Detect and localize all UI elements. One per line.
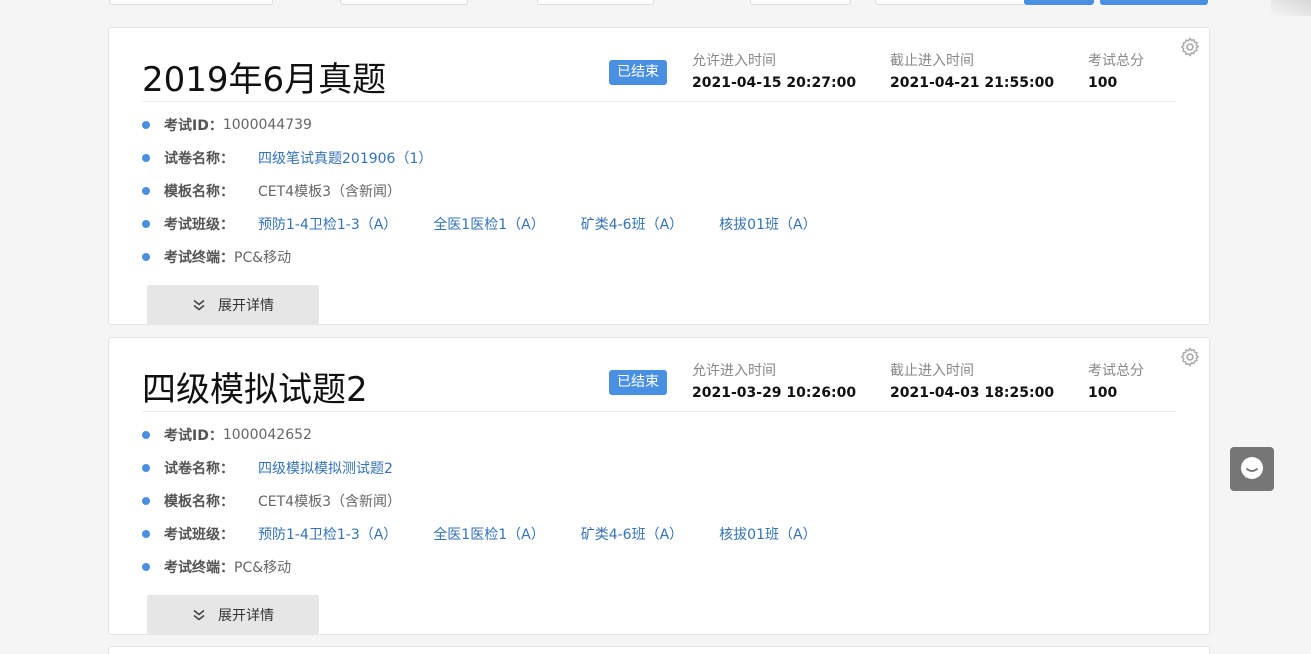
template-label: 模板名称：: [164, 183, 234, 200]
end-time-value: 2021-04-03 18:25:00: [890, 385, 1055, 401]
paper-row: 试卷名称： 四级模拟模拟测试题2: [142, 451, 817, 484]
gear-icon[interactable]: [1179, 36, 1201, 58]
divider: [142, 101, 1176, 102]
class-link[interactable]: 矿类4-6班（A）: [581, 214, 683, 234]
filter-input-4[interactable]: [750, 0, 851, 5]
template-value: CET4模板3（含新闻）: [258, 493, 401, 510]
chat-button[interactable]: [1230, 447, 1274, 491]
terminal-row: 考试终端： PC&移动: [142, 550, 817, 583]
expand-details-button[interactable]: 展开详情: [147, 285, 319, 324]
start-time-label: 允许进入时间: [692, 53, 776, 69]
class-link[interactable]: 预防1-4卫检1-3（A）: [258, 214, 397, 234]
class-link[interactable]: 全医1医检1（A）: [433, 524, 544, 544]
paper-label: 试卷名称：: [164, 460, 234, 477]
double-chevron-down-icon: [193, 299, 205, 311]
filter-input-3[interactable]: [537, 0, 654, 5]
template-value: CET4模板3（含新闻）: [258, 183, 401, 200]
terminal-row: 考试终端： PC&移动: [142, 240, 817, 273]
exam-title: 2019年6月真题: [142, 60, 387, 100]
expand-details-button[interactable]: 展开详情: [147, 595, 319, 634]
class-link[interactable]: 全医1医检1（A）: [433, 214, 544, 234]
search-button[interactable]: [1024, 0, 1094, 5]
bullet-dot: [142, 120, 150, 129]
end-time-label: 截止进入时间: [890, 363, 974, 379]
template-label: 模板名称：: [164, 493, 234, 510]
end-time: 截止进入时间 2021-04-03 18:25:00: [890, 360, 1054, 401]
filter-input-2[interactable]: [340, 0, 468, 5]
paper-row: 试卷名称： 四级笔试真题201906（1）: [142, 141, 817, 174]
terminal-value: PC&移动: [234, 249, 292, 266]
exam-id-value: 1000044739: [222, 116, 312, 133]
start-time-value: 2021-04-15 20:27:00: [692, 75, 857, 91]
start-time: 允许进入时间 2021-03-29 10:26:00: [692, 360, 856, 401]
action-button[interactable]: [1100, 0, 1208, 5]
bullet-dot: [142, 430, 150, 439]
bullet-dot: [142, 186, 150, 195]
exam-id-label: 考试ID：: [164, 427, 223, 444]
paper-label: 试卷名称：: [164, 150, 234, 167]
expand-details-label: 展开详情: [218, 607, 274, 624]
exam-id-row: 考试ID： 1000044739: [142, 108, 817, 141]
total-score: 考试总分 100: [1088, 50, 1144, 91]
class-link[interactable]: 核拔01班（A）: [719, 214, 816, 234]
exam-card-partial: [108, 646, 1210, 654]
paper-link[interactable]: 四级笔试真题201906（1）: [258, 148, 432, 168]
status-badge: 已结束: [609, 60, 667, 85]
end-time: 截止进入时间 2021-04-21 21:55:00: [890, 50, 1054, 91]
divider: [142, 411, 1176, 412]
bullet-dot: [142, 219, 150, 228]
bullet-dot: [142, 463, 150, 472]
chat-bubble-icon: [1241, 457, 1263, 479]
classes-row: 考试班级： 预防1-4卫检1-3（A） 全医1医检1（A） 矿类4-6班（A） …: [142, 517, 817, 550]
double-chevron-down-icon: [193, 609, 205, 621]
total-score-value: 100: [1088, 385, 1118, 401]
bullet-dot: [142, 529, 150, 538]
exam-card: 四级模拟试题2 已结束 允许进入时间 2021-03-29 10:26:00 截…: [108, 337, 1210, 635]
gear-icon[interactable]: [1179, 346, 1201, 368]
start-time: 允许进入时间 2021-04-15 20:27:00: [692, 50, 856, 91]
class-link[interactable]: 预防1-4卫检1-3（A）: [258, 524, 397, 544]
class-link[interactable]: 核拔01班（A）: [719, 524, 816, 544]
start-time-label: 允许进入时间: [692, 363, 776, 379]
expand-details-label: 展开详情: [218, 297, 274, 314]
search-input[interactable]: [875, 0, 1025, 5]
total-score-label: 考试总分: [1088, 53, 1144, 69]
terminal-label: 考试终端：: [164, 559, 234, 576]
paper-link[interactable]: 四级模拟模拟测试题2: [258, 458, 393, 478]
exam-details: 考试ID： 1000042652 试卷名称： 四级模拟模拟测试题2 模板名称： …: [142, 418, 817, 583]
filter-input-1[interactable]: [109, 0, 273, 5]
bullet-dot: [142, 562, 150, 571]
exam-details: 考试ID： 1000044739 试卷名称： 四级笔试真题201906（1） 模…: [142, 108, 817, 273]
total-score: 考试总分 100: [1088, 360, 1144, 401]
bullet-dot: [142, 252, 150, 261]
end-time-label: 截止进入时间: [890, 53, 974, 69]
terminal-label: 考试终端：: [164, 249, 234, 266]
class-link[interactable]: 矿类4-6班（A）: [581, 524, 683, 544]
filter-bar: [0, 0, 1311, 16]
start-time-value: 2021-03-29 10:26:00: [692, 385, 857, 401]
exam-title: 四级模拟试题2: [142, 370, 368, 410]
template-row: 模板名称： CET4模板3（含新闻）: [142, 484, 817, 517]
exam-card: 2019年6月真题 已结束 允许进入时间 2021-04-15 20:27:00…: [108, 27, 1210, 325]
end-time-value: 2021-04-21 21:55:00: [890, 75, 1055, 91]
exam-id-value: 1000042652: [222, 426, 312, 443]
template-row: 模板名称： CET4模板3（含新闻）: [142, 174, 817, 207]
exam-id-label: 考试ID：: [164, 117, 223, 134]
classes-label: 考试班级：: [164, 216, 234, 233]
status-badge: 已结束: [609, 370, 667, 395]
terminal-value: PC&移动: [234, 559, 292, 576]
classes-row: 考试班级： 预防1-4卫检1-3（A） 全医1医检1（A） 矿类4-6班（A） …: [142, 207, 817, 240]
bullet-dot: [142, 153, 150, 162]
bullet-dot: [142, 496, 150, 505]
total-score-label: 考试总分: [1088, 363, 1144, 379]
classes-label: 考试班级：: [164, 526, 234, 543]
corner-shadow: [1271, 0, 1311, 16]
exam-id-row: 考试ID： 1000042652: [142, 418, 817, 451]
total-score-value: 100: [1088, 75, 1118, 91]
